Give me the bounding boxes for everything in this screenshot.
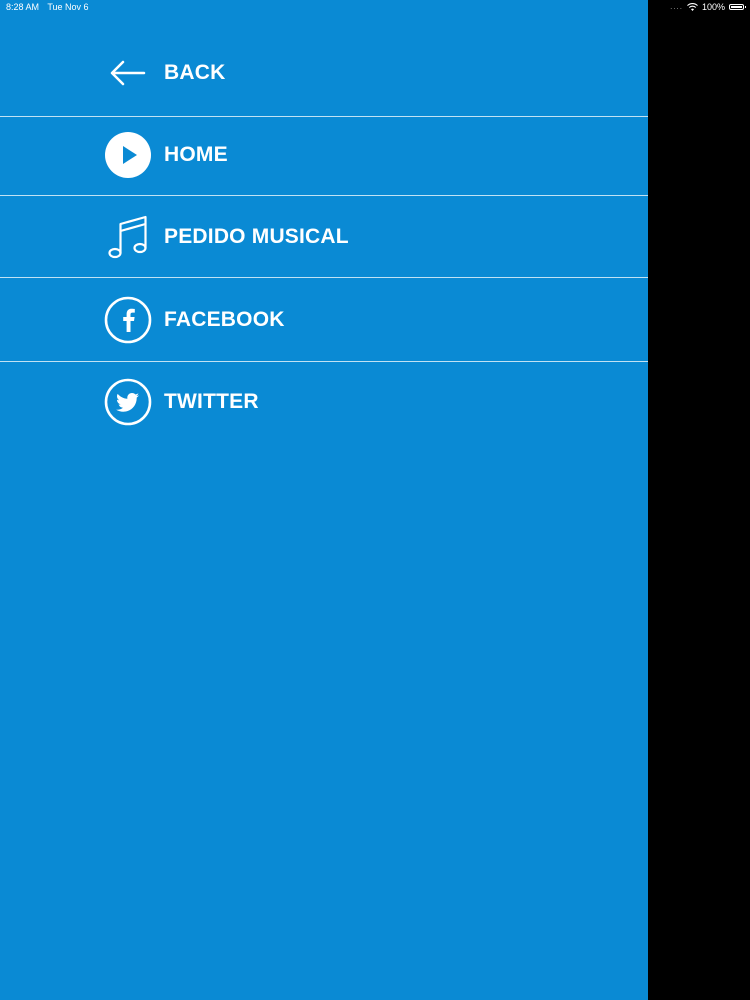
arrow-left-icon: [104, 49, 152, 97]
status-bar: 8:28 AM Tue Nov 6 .... 100%: [0, 0, 750, 14]
menu-item-label: FACEBOOK: [164, 308, 285, 331]
play-circle-icon: [104, 131, 152, 179]
menu-item-facebook[interactable]: FACEBOOK: [0, 293, 648, 347]
menu-item-pedido-musical[interactable]: PEDIDO MUSICAL: [0, 210, 648, 264]
status-date: Tue Nov 6: [47, 2, 89, 12]
menu-item-label: TWITTER: [164, 390, 259, 413]
status-time: 8:28 AM: [6, 2, 40, 12]
battery-percent: 100%: [701, 2, 725, 12]
status-left: 8:28 AM Tue Nov 6: [6, 0, 95, 14]
battery-fill: [731, 6, 742, 8]
wifi-icon: [687, 2, 698, 11]
app-screen: 8:28 AM Tue Nov 6 .... 100% BACK HOME PE…: [0, 0, 750, 1000]
twitter-icon: [104, 378, 152, 426]
menu-item-back[interactable]: BACK: [0, 46, 648, 100]
menu-item-home[interactable]: HOME: [0, 128, 648, 182]
music-note-icon: [104, 213, 152, 261]
overlay-side-area[interactable]: [648, 0, 750, 1000]
menu-divider: [0, 195, 648, 196]
status-right: .... 100%: [670, 0, 746, 14]
menu-item-twitter[interactable]: TWITTER: [0, 375, 648, 429]
menu-divider: [0, 277, 648, 278]
facebook-icon: [104, 296, 152, 344]
battery-icon: [729, 4, 746, 10]
menu-item-label: BACK: [164, 61, 226, 84]
signal-icon: ....: [670, 2, 683, 11]
menu-divider: [0, 116, 648, 117]
navigation-drawer: BACK HOME PEDIDO MUSICAL FACEBOOK TWITTE…: [0, 0, 648, 1000]
menu-item-label: HOME: [164, 143, 228, 166]
menu-item-label: PEDIDO MUSICAL: [164, 225, 349, 248]
menu-divider: [0, 361, 648, 362]
